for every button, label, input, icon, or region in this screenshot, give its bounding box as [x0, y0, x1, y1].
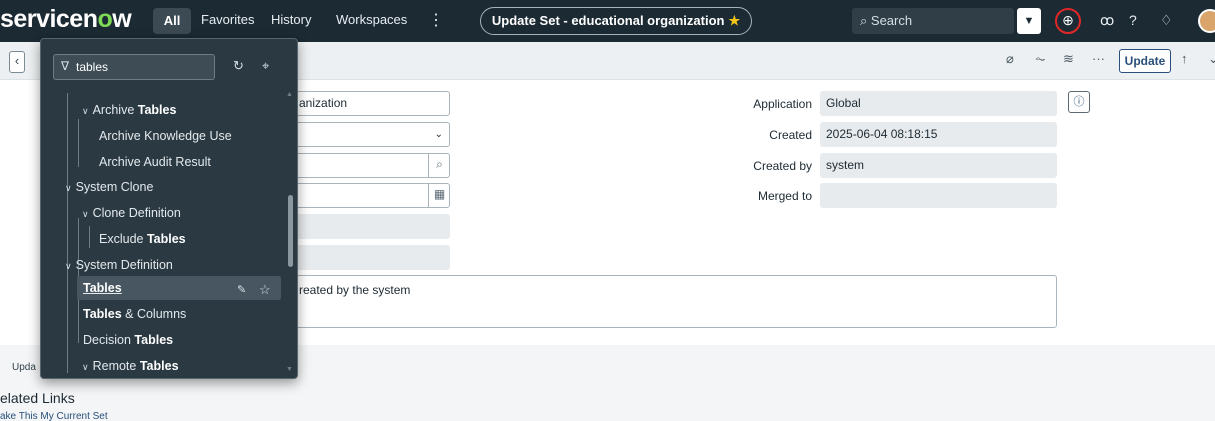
nav-favorites-tab[interactable]: Favorites [201, 12, 254, 27]
help-icon[interactable]: ? [1129, 12, 1137, 28]
chevron-down-icon: ⌄ [434, 129, 443, 140]
created-value: 2025-06-04 08:18:15 [820, 122, 1057, 147]
nav-item-tables[interactable]: Tables [83, 281, 122, 295]
nav-item-exclude-tables[interactable]: Exclude Tables [99, 232, 186, 246]
nav-more-icon[interactable]: ⋮ [428, 10, 444, 30]
arrow-up-icon[interactable]: ↑ [1181, 51, 1188, 66]
update-tab[interactable]: Upda [12, 362, 36, 373]
nav-item-decision-tables[interactable]: Decision Tables [83, 333, 173, 347]
search-icon: ⌕ [860, 13, 868, 28]
application-value: Global [820, 91, 1057, 116]
nav-item-tables-columns[interactable]: Tables & Columns [83, 307, 186, 321]
make-current-set-link[interactable]: ake This My Current Set [0, 411, 108, 421]
readonly-field-2 [292, 245, 450, 270]
tree-line [89, 226, 90, 248]
tree-line [67, 93, 68, 373]
scroll-down-arrow[interactable]: ▼ [286, 366, 293, 373]
context-title: Update Set - educational organization [491, 13, 725, 28]
logo[interactable]: servicenow [0, 5, 132, 34]
edit-icon[interactable]: ✎ [237, 283, 246, 296]
context-pill[interactable]: Update Set - educational organization ★ [480, 7, 752, 35]
related-links-heading: elated Links [0, 390, 75, 406]
tree-line [78, 119, 79, 167]
chevron-down-icon: ∨ [65, 261, 72, 271]
nav-workspaces-tab[interactable]: Workspaces [336, 12, 407, 27]
chat-icon[interactable]: ꝏ [1100, 12, 1114, 29]
filter-navigator: tables ∇ ↻ ⌖ ∨ Archive Tables Archive Kno… [40, 38, 298, 379]
state-select[interactable]: ⌄ [292, 122, 450, 147]
scrollbar-thumb[interactable] [288, 195, 293, 267]
global-search-input[interactable]: ⌕ Search [852, 8, 1014, 34]
search-placeholder: Search [870, 13, 913, 28]
chevron-down-icon: ∨ [82, 362, 89, 372]
chevron-down-icon[interactable]: ⌄ [1208, 51, 1215, 67]
pin-icon[interactable]: ⌖ [262, 58, 269, 74]
application-label: Application [753, 97, 812, 111]
star-outline-icon[interactable]: ☆ [259, 282, 271, 298]
created-by-label: Created by [753, 159, 812, 173]
created-label: Created [769, 128, 812, 142]
bell-icon[interactable]: ♢ [1160, 12, 1173, 29]
nav-item-archive-audit-result[interactable]: Archive Audit Result [99, 155, 211, 169]
globe-icon[interactable]: ⊕ [1055, 8, 1081, 34]
top-nav: servicenow All Favorites History Workspa… [0, 0, 1215, 42]
star-icon[interactable]: ★ [728, 13, 740, 28]
nav-item-remote-tables[interactable]: ∨ Remote Tables [82, 359, 179, 373]
activity-icon[interactable]: ⏦ [1035, 51, 1046, 67]
settings-icon[interactable]: ≋ [1063, 51, 1074, 67]
chevron-down-icon: ∨ [82, 209, 89, 219]
paperclip-icon[interactable]: ⌀ [1006, 51, 1014, 67]
name-field[interactable]: anization [292, 91, 450, 116]
chevron-down-icon: ∨ [65, 183, 72, 193]
created-by-value: system [820, 153, 1057, 178]
nav-item-archive-knowledge-use[interactable]: Archive Knowledge Use [99, 129, 232, 143]
chevron-down-icon: ∨ [82, 106, 89, 116]
page: servicenow All Favorites History Workspa… [0, 0, 1215, 421]
avatar[interactable] [1198, 9, 1215, 33]
lookup-search-icon[interactable]: ⌕ [428, 153, 450, 178]
scroll-up-arrow[interactable]: ▲ [286, 91, 293, 98]
more-icon[interactable]: ··· [1092, 51, 1105, 66]
description-field[interactable]: reated by the system [292, 275, 1057, 328]
filter-input[interactable]: tables [53, 54, 215, 80]
calendar-icon[interactable]: ▦ [428, 183, 450, 208]
nav-all-tab[interactable]: All [153, 8, 191, 34]
release-date-field[interactable] [292, 183, 450, 208]
filter-icon: ∇ [61, 59, 70, 73]
refresh-icon[interactable]: ↻ [233, 58, 244, 74]
back-button[interactable]: ‹ [9, 51, 25, 73]
nav-item-system-definition[interactable]: ∨ System Definition [65, 258, 173, 272]
info-icon[interactable]: ⓘ [1068, 91, 1090, 113]
merged-to-label: Merged to [757, 189, 812, 203]
parent-field[interactable] [292, 153, 450, 178]
logo-o: o [97, 5, 113, 33]
nav-item-clone-definition[interactable]: ∨ Clone Definition [82, 206, 181, 220]
nav-history-tab[interactable]: History [271, 12, 311, 27]
search-dropdown-button[interactable]: ▼ [1017, 8, 1041, 34]
nav-item-archive-tables[interactable]: ∨ Archive Tables [82, 103, 176, 117]
readonly-field-1 [292, 214, 450, 239]
update-button[interactable]: Update [1119, 49, 1171, 73]
nav-item-system-clone[interactable]: ∨ System Clone [65, 180, 153, 194]
merged-to-value [820, 183, 1057, 208]
